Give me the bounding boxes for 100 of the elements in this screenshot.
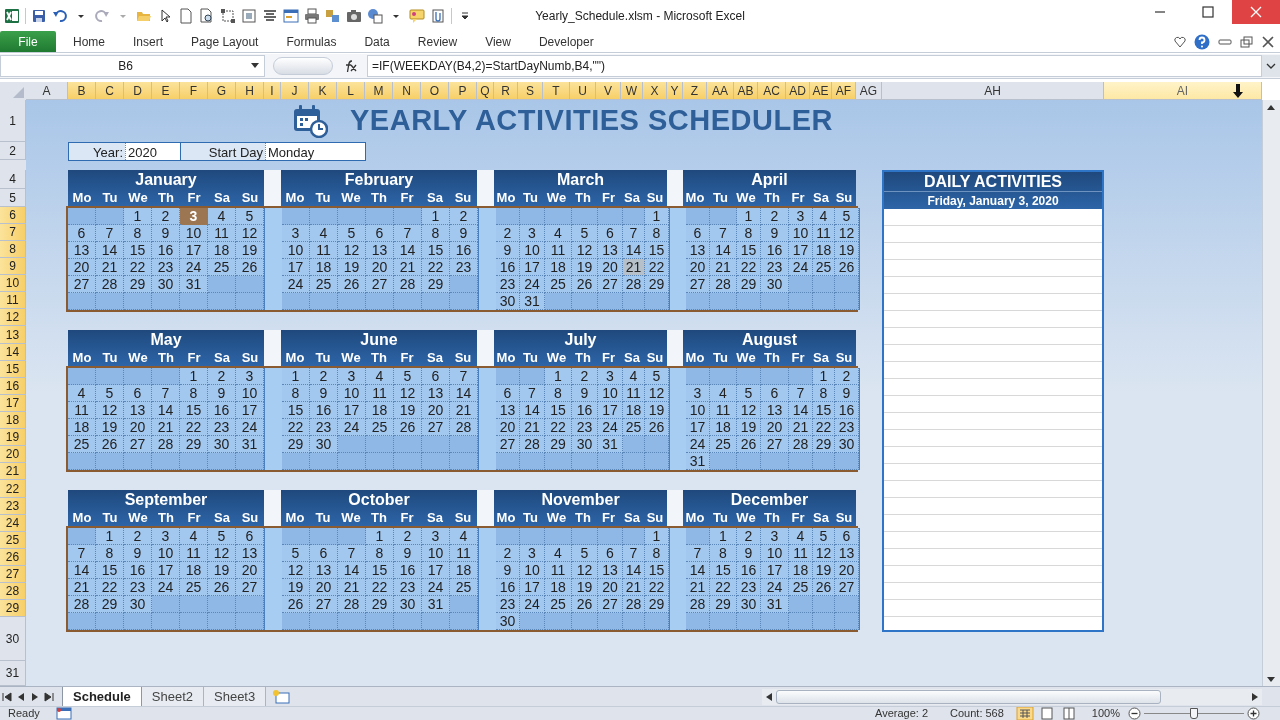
day-cell[interactable]: 3 (686, 385, 710, 402)
day-cell[interactable]: 2 (208, 368, 236, 385)
row-header[interactable]: 24 (0, 515, 26, 532)
day-cell[interactable] (68, 613, 96, 630)
day-cell[interactable]: 6 (686, 225, 710, 242)
day-cell[interactable]: 21 (710, 259, 737, 276)
form-icon[interactable] (283, 7, 299, 24)
day-cell[interactable]: 24 (282, 276, 310, 293)
day-cell[interactable] (180, 293, 208, 310)
row-header[interactable]: 31 (0, 661, 26, 686)
column-header[interactable]: AD (786, 82, 810, 100)
day-cell[interactable] (450, 293, 478, 310)
day-cell[interactable] (208, 276, 236, 293)
day-cell[interactable]: 25 (450, 579, 478, 596)
day-cell[interactable]: 29 (545, 436, 572, 453)
row-header[interactable]: 14 (0, 344, 26, 361)
day-cell[interactable] (520, 528, 545, 545)
day-cell[interactable]: 18 (180, 562, 208, 579)
day-cell[interactable] (520, 613, 545, 630)
row-header[interactable]: 18 (0, 412, 26, 429)
day-cell[interactable]: 18 (366, 402, 394, 419)
day-cell[interactable]: 6 (366, 225, 394, 242)
day-cell[interactable]: 16 (450, 242, 478, 259)
row-header[interactable]: 13 (0, 326, 26, 344)
day-cell[interactable] (282, 613, 310, 630)
day-cell[interactable]: 31 (422, 596, 450, 613)
day-cell[interactable]: 15 (96, 562, 124, 579)
day-cell[interactable]: 10 (761, 545, 789, 562)
day-cell[interactable]: 12 (208, 545, 236, 562)
name-box[interactable]: B6 (0, 55, 265, 77)
day-cell[interactable]: 26 (282, 596, 310, 613)
day-cell[interactable]: 26 (835, 259, 859, 276)
column-header[interactable]: V (596, 82, 621, 100)
day-cell[interactable] (545, 208, 572, 225)
day-cell[interactable]: 4 (450, 528, 478, 545)
day-cell[interactable]: 25 (366, 419, 394, 436)
day-cell[interactable] (623, 293, 645, 310)
redo-icon[interactable] (94, 7, 110, 24)
row-header[interactable]: 26 (0, 549, 26, 566)
day-cell[interactable] (422, 293, 450, 310)
day-cell[interactable]: 28 (623, 276, 645, 293)
day-cell[interactable]: 15 (710, 562, 737, 579)
column-header[interactable]: T (543, 82, 570, 100)
day-cell[interactable]: 6 (310, 545, 338, 562)
day-cell[interactable]: 16 (152, 242, 180, 259)
day-cell[interactable] (761, 368, 789, 385)
day-cell[interactable] (124, 453, 152, 470)
day-cell[interactable]: 11 (813, 225, 835, 242)
day-cell[interactable]: 28 (686, 596, 710, 613)
day-cell[interactable]: 6 (761, 385, 789, 402)
day-cell[interactable]: 5 (236, 208, 264, 225)
day-cell[interactable]: 29 (180, 436, 208, 453)
day-cell[interactable]: 3 (761, 528, 789, 545)
day-cell[interactable]: 13 (366, 242, 394, 259)
day-cell[interactable]: 28 (394, 276, 422, 293)
day-cell[interactable] (450, 596, 478, 613)
day-cell[interactable]: 1 (180, 368, 208, 385)
column-header[interactable]: AI (1104, 82, 1262, 100)
day-cell[interactable]: 31 (686, 453, 710, 470)
day-cell[interactable] (496, 528, 520, 545)
day-cell[interactable]: 19 (208, 562, 236, 579)
day-cell[interactable]: 19 (236, 242, 264, 259)
day-cell[interactable]: 8 (282, 385, 310, 402)
day-cell[interactable]: 19 (813, 562, 835, 579)
day-cell[interactable]: 11 (366, 385, 394, 402)
day-cell[interactable] (394, 293, 422, 310)
day-cell[interactable]: 16 (496, 259, 520, 276)
day-cell[interactable]: 28 (789, 436, 813, 453)
restore-icon[interactable] (1240, 35, 1254, 48)
day-cell[interactable]: 7 (520, 385, 545, 402)
day-cell[interactable]: 8 (422, 225, 450, 242)
day-cell[interactable]: 22 (545, 419, 572, 436)
day-cell[interactable]: 26 (645, 419, 669, 436)
day-cell[interactable] (572, 208, 598, 225)
day-cell[interactable]: 24 (686, 436, 710, 453)
day-cell[interactable]: 13 (686, 242, 710, 259)
day-cell[interactable]: 30 (496, 613, 520, 630)
day-cell[interactable]: 13 (598, 242, 623, 259)
ribbon-tab[interactable]: Page Layout (177, 31, 273, 52)
column-header[interactable]: I (264, 82, 281, 100)
column-header[interactable]: N (393, 82, 421, 100)
day-cell[interactable]: 13 (68, 242, 96, 259)
day-cell[interactable] (96, 368, 124, 385)
day-cell[interactable]: 9 (450, 225, 478, 242)
ribbon-tab[interactable]: Review (403, 31, 472, 52)
day-cell[interactable]: 20 (68, 259, 96, 276)
attach-icon[interactable] (430, 7, 446, 24)
day-cell[interactable]: 31 (180, 276, 208, 293)
day-cell[interactable]: 9 (496, 562, 520, 579)
day-cell[interactable]: 21 (623, 259, 645, 276)
day-cell[interactable] (545, 528, 572, 545)
zoom-in-icon[interactable] (1247, 707, 1260, 720)
day-cell[interactable]: 29 (282, 436, 310, 453)
day-cell[interactable] (645, 293, 669, 310)
day-cell[interactable] (710, 368, 737, 385)
column-header[interactable]: G (208, 82, 236, 100)
day-cell[interactable]: 17 (598, 402, 623, 419)
day-cell[interactable]: 28 (623, 596, 645, 613)
vertical-scrollbar[interactable] (1262, 100, 1280, 686)
day-cell[interactable]: 1 (710, 528, 737, 545)
